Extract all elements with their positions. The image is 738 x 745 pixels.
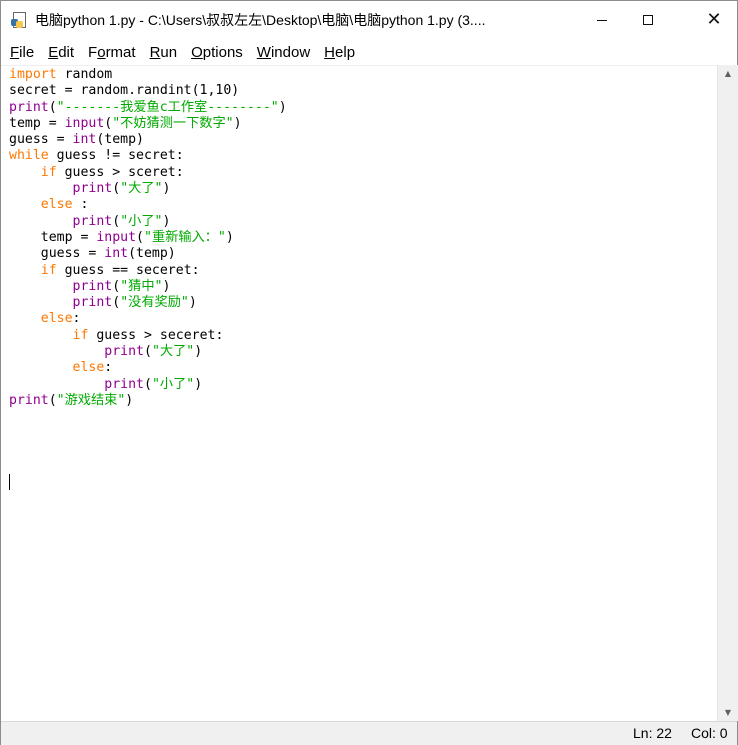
close-icon: ✕ (706, 9, 722, 30)
code-line[interactable]: while guess != secret: (9, 148, 287, 164)
menu-run[interactable]: Run (143, 44, 185, 61)
code-line[interactable]: print("小了") (9, 377, 287, 393)
code-editor[interactable]: import random secret = random.randint(1,1… (1, 66, 717, 721)
menu-options[interactable]: Options (184, 44, 250, 61)
code-line[interactable]: print("游戏结束") (9, 393, 287, 409)
minimize-button[interactable] (579, 1, 625, 39)
menu-edit[interactable]: Edit (41, 44, 81, 61)
code-line[interactable]: else: (9, 311, 287, 327)
window-title: 电脑python 1.py - C:\Users\叔叔左左\Desktop\电脑… (35, 12, 486, 28)
code-line[interactable]: temp = input("重新输入：") (9, 230, 287, 246)
scroll-down-icon[interactable]: ▼ (718, 704, 738, 721)
code-line[interactable]: guess = int(temp) (9, 132, 287, 148)
scroll-up-icon[interactable]: ▲ (718, 65, 738, 82)
title-bar[interactable]: 电脑python 1.py - C:\Users\叔叔左左\Desktop\电脑… (1, 1, 737, 39)
menu-bar: File Edit Format Run Options Window Help (1, 39, 737, 66)
code-line[interactable]: import random (9, 67, 287, 83)
code-line[interactable]: print("大了") (9, 344, 287, 360)
code-text[interactable]: import random secret = random.randint(1,1… (9, 67, 287, 409)
text-cursor (9, 474, 10, 490)
menu-file[interactable]: File (3, 44, 41, 61)
maximize-icon (643, 15, 653, 25)
status-bar: Ln: 22 Col: 0 (1, 721, 737, 745)
code-line[interactable]: if guess > sceret: (9, 165, 287, 181)
line-number-status: Ln: 22 (633, 725, 672, 741)
code-line[interactable]: guess = int(temp) (9, 246, 287, 262)
code-line[interactable]: print("大了") (9, 181, 287, 197)
code-line[interactable]: print("小了") (9, 214, 287, 230)
maximize-button[interactable] (625, 1, 671, 39)
code-line[interactable]: else: (9, 360, 287, 376)
idle-editor-window: 电脑python 1.py - C:\Users\叔叔左左\Desktop\电脑… (0, 0, 738, 745)
code-line[interactable]: print("没有奖励") (9, 295, 287, 311)
menu-window[interactable]: Window (250, 44, 317, 61)
code-line[interactable]: secret = random.randint(1,10) (9, 83, 287, 99)
code-line[interactable]: else : (9, 197, 287, 213)
code-line[interactable]: if guess == seceret: (9, 263, 287, 279)
code-line[interactable]: if guess > seceret: (9, 328, 287, 344)
code-line[interactable]: print("猜中") (9, 279, 287, 295)
menu-format[interactable]: Format (81, 44, 143, 61)
menu-help[interactable]: Help (317, 44, 362, 61)
code-line[interactable]: print("-------我爱鱼c工作室--------") (9, 100, 287, 116)
close-button[interactable]: ✕ (691, 1, 737, 39)
minimize-icon (597, 19, 607, 21)
vertical-scrollbar[interactable]: ▲ ▼ (717, 65, 738, 721)
column-number-status: Col: 0 (691, 725, 728, 741)
code-line[interactable]: temp = input("不妨猜测一下数字") (9, 116, 287, 132)
python-file-icon (11, 12, 27, 28)
